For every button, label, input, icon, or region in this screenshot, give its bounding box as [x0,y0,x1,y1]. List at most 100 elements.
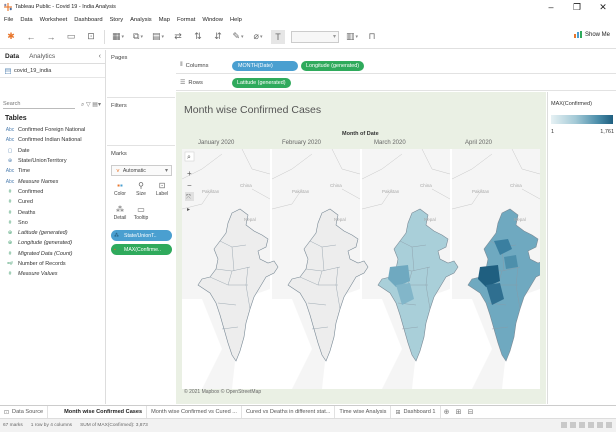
field-search: ⌕ ▽ ▤▾ [0,98,105,111]
clear-sheet-icon[interactable]: ▤ [151,30,165,44]
group-members-icon[interactable]: ⌀ [251,30,265,44]
column-header-text: Month of Date [342,131,379,137]
next-sheet-icon[interactable] [579,422,585,428]
new-data-source-icon[interactable]: ⊡ [84,30,98,44]
maps-panel[interactable]: Pakistan Nepal Pakistan Nepal Pakistan Nepa… [182,149,540,389]
pages-card[interactable]: Pages [107,50,175,98]
field-item[interactable]: # Migrated Data (Count) [0,249,105,259]
presentation-mode-icon[interactable]: ⊓ [365,30,379,44]
dashboard-tab[interactable]: ⊞ Dashboard 1 [391,405,441,419]
redo-icon[interactable]: → [44,30,58,44]
viz-area[interactable]: Month wise Confirmed Cases Month of Date… [176,92,546,404]
field-item[interactable]: # Measure Values [0,269,105,279]
field-item[interactable]: Abc Confirmed Indian National [0,135,105,145]
mark-type-dropdown[interactable]: ⋎ Automatic [111,165,172,176]
save-icon[interactable]: ▭ [64,30,78,44]
tableau-home-icon[interactable]: ✱ [4,30,18,44]
label-label: Label [155,191,169,197]
field-item[interactable]: =# Number of Records [0,259,105,269]
field-label: Deaths [18,209,36,216]
color-label: Color [114,191,126,197]
field-label: Measure Values [18,271,58,278]
field-item[interactable]: ⊕ State/UnionTerritory [0,156,105,166]
grid-view-icon[interactable] [597,422,603,428]
menu-file[interactable]: File [4,17,13,23]
fit-dropdown[interactable] [291,30,339,43]
size-button[interactable]: ⚲ Size [132,180,150,200]
tab-analytics[interactable]: Analytics [24,53,60,60]
menu-data[interactable]: Data [20,17,32,23]
search-input[interactable] [3,100,75,109]
database-icon [5,68,11,74]
map-attribution[interactable]: © 2021 Mapbox © OpenStreetMap [184,389,261,395]
sheet-tab-cured-vs-deaths[interactable]: Cured vs Deaths in different stat... [242,405,336,419]
sheet-tab-confirmed-vs-cured[interactable]: Month wise Confirmed vs Cured ... [147,405,242,419]
status-view-controls[interactable] [561,422,612,428]
sheet-tab-month-wise-confirmed[interactable]: Month wise Confirmed Cases [60,405,148,419]
menu-map[interactable]: Map [159,17,170,23]
field-item[interactable]: Abc Time [0,166,105,176]
new-worksheet-icon[interactable]: ▦ [111,30,125,44]
maximize-button[interactable]: ❐ [564,0,590,14]
filmstrip-view-icon[interactable] [606,422,612,428]
field-item[interactable]: # Confirmed [0,187,105,197]
menu-format[interactable]: Format [177,17,195,23]
duplicate-sheet-icon[interactable]: ⧉ [131,30,145,44]
menu-analysis[interactable]: Analysis [130,17,152,23]
field-item[interactable]: ▢ Date [0,146,105,156]
field-item[interactable]: ⊕ Longitude (generated) [0,238,105,248]
show-me-button[interactable]: Show Me [573,31,610,38]
field-item[interactable]: # Cured [0,197,105,207]
minimize-button[interactable]: – [538,0,564,14]
field-item[interactable]: # Deaths [0,207,105,217]
menu-window[interactable]: Window [202,17,223,23]
field-label: Confirmed Indian National [18,137,82,144]
pill-month-date[interactable]: MONTH(Date) [232,60,298,71]
columns-shelf[interactable]: ⦀ Columns MONTH(Date) Longitude (generat… [176,58,616,74]
data-source-tab[interactable]: ⊡ Data Source [0,405,49,419]
svg-text:Nepal: Nepal [514,217,526,222]
show-hide-cards-icon[interactable]: ▥ [345,30,359,44]
menu-worksheet[interactable]: Worksheet [40,17,68,23]
rows-shelf[interactable]: ☰ Rows Latitude (generated) [176,75,616,91]
new-story-icon[interactable]: ⊟ [465,408,477,416]
show-mark-labels-icon[interactable]: T [271,29,285,44]
highlight-icon[interactable]: ✎ [231,30,245,44]
window-controls: – ❐ ✕ [538,0,616,14]
undo-icon[interactable]: ← [24,30,38,44]
color-pill-confirmed[interactable]: ▪ MAX(Confirme.. [111,244,172,255]
pill-latitude[interactable]: Latitude (generated) [232,77,291,88]
field-item[interactable]: Abc Confirmed Foreign National [0,125,105,135]
color-legend-bar[interactable] [551,115,613,124]
collapse-pane-icon[interactable]: ‹ [99,53,101,60]
sort-descending-icon[interactable]: ⇵ [211,30,225,44]
menu-help[interactable]: Help [230,17,242,23]
close-button[interactable]: ✕ [590,0,616,14]
color-button[interactable]: ▪▪ Color [111,180,129,200]
pill-longitude[interactable]: Longitude (generated) [301,60,365,71]
detail-pill-state[interactable]: ⁂ State/UnionT.. [111,230,172,241]
dimension-type-icon: Abc [5,137,15,144]
menu-dashboard[interactable]: Dashboard [74,17,102,23]
menu-story[interactable]: Story [110,17,124,23]
field-item[interactable]: # Sno [0,218,105,228]
search-filter-icons[interactable]: ⌕ ▽ ▤▾ [81,101,101,109]
last-sheet-icon[interactable] [588,422,594,428]
tab-data[interactable]: Data [0,53,24,60]
sort-ascending-icon[interactable]: ⇅ [191,30,205,44]
first-sheet-icon[interactable] [561,422,567,428]
prev-sheet-icon[interactable] [570,422,576,428]
field-item[interactable]: ⊕ Latitude (generated) [0,228,105,238]
swap-rows-columns-icon[interactable]: ⇄ [171,30,185,44]
svg-text:Nepal: Nepal [424,217,436,222]
label-button[interactable]: ⊡ Label [153,180,171,200]
data-source-item[interactable]: covid_19_india [0,64,105,78]
field-item[interactable]: Abc Measure Names [0,176,105,186]
filters-card[interactable]: Filters [107,98,175,146]
new-dashboard-icon[interactable]: ⊞ [453,408,465,416]
pages-title: Pages [111,55,128,61]
sheet-tab-time-wise[interactable]: Time wise Analysis [335,405,392,419]
new-sheet-icon[interactable]: ⊕ [441,408,453,416]
detail-button[interactable]: ⁂ Detail [111,204,129,224]
tooltip-button[interactable]: ▭ Tooltip [132,204,150,224]
